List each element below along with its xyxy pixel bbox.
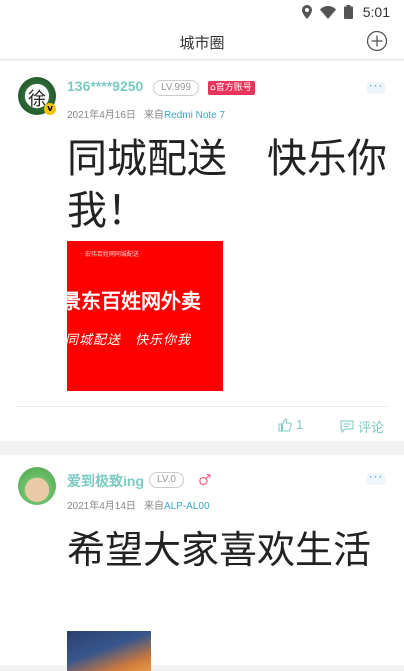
image-small-text: · 宏伟百姓网同城配送 · — [81, 251, 143, 258]
post-card: 徐 v 136****9250 LV.999 ⌂官方账号 2021年4月16日来… — [0, 61, 404, 441]
thumbs-up-icon — [278, 417, 292, 431]
username[interactable]: 136****9250 — [67, 78, 143, 94]
image-headline: 景东百姓网外卖 — [67, 289, 201, 313]
official-label: 官方账号 — [215, 83, 252, 93]
comment-button[interactable]: 评论 — [340, 417, 384, 436]
comment-label: 评论 — [358, 420, 385, 435]
level-badge: LV.999 — [153, 80, 200, 96]
battery-icon — [343, 5, 353, 19]
from-label: 来自 — [143, 501, 164, 512]
status-bar: 5:01 — [0, 0, 404, 26]
verified-badge: v — [44, 103, 56, 115]
post-date: 2021年4月14日 — [67, 501, 136, 512]
more-options-button[interactable]: ··· — [367, 471, 385, 485]
status-time: 5:01 — [362, 4, 390, 20]
username[interactable]: 爱到极致ing — [67, 471, 144, 491]
like-count: 1 — [296, 417, 304, 432]
official-account-badge: ⌂官方账号 — [208, 81, 255, 95]
device-name: Redmi Note 7 — [163, 110, 226, 121]
status-icons: 5:01 — [301, 4, 390, 20]
post-card: 爱到极致ing LV.0 ♂ 2021年4月14日 来自ALP-AL00 ··· … — [0, 455, 404, 671]
image-subline: 同城配送 快乐你我 — [67, 333, 192, 348]
post-meta: 2021年4月16日 来自Redmi Note 7 — [67, 106, 225, 121]
page-title: 城市圈 — [179, 35, 225, 52]
post-text: 同城配送 快乐你我！ — [67, 136, 387, 234]
post-image[interactable]: · 宏伟百姓网同城配送 · 景东百姓网外卖 同城配送 快乐你我 — [67, 241, 223, 391]
plus-circle-icon[interactable] — [366, 30, 388, 52]
like-button[interactable]: 1 — [278, 417, 303, 432]
divider — [16, 406, 388, 407]
from-label: 来自 — [143, 110, 164, 121]
more-options-button[interactable]: ··· — [367, 80, 385, 94]
male-icon: ♂ — [198, 471, 212, 489]
level-badge: LV.0 — [149, 472, 184, 488]
comment-icon — [340, 420, 354, 433]
post-meta: 2021年4月14日 来自ALP-AL00 — [67, 497, 210, 512]
device-name: ALP-AL00 — [163, 501, 210, 512]
post-text: 希望大家喜欢生活 — [67, 528, 372, 572]
post-image[interactable] — [67, 631, 151, 671]
avatar[interactable] — [18, 467, 56, 505]
post-date: 2021年4月16日 — [67, 110, 136, 121]
location-icon — [301, 5, 312, 19]
wifi-icon — [319, 5, 336, 19]
title-bar: 城市圈 — [0, 26, 404, 60]
